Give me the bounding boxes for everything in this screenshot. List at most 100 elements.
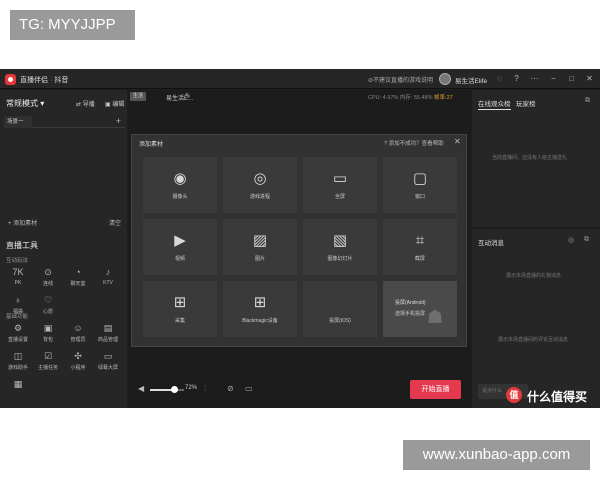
source-game-controller[interactable]: ◎ 游戏进程 (223, 157, 297, 213)
mode-row: 常规模式 ▾ ⇄ 导播 ▣ 编辑 (6, 98, 124, 108)
webcam-icon: ◉ (173, 170, 187, 187)
android-icon: ☗ (427, 307, 444, 327)
tab-scene-1[interactable]: 场景一 (4, 116, 32, 128)
blackmagic-network-icon: ⊞ (253, 294, 267, 311)
mixer-icon[interactable]: ⫶ (204, 384, 206, 394)
edit-button[interactable]: ▣ 编辑 (105, 99, 124, 108)
source-label: 窗口 (414, 194, 425, 200)
source-label: 图像幻灯片 (327, 256, 353, 262)
tool-pk[interactable]: 7K PK (4, 263, 32, 291)
help-circle-icon[interactable]: ◌ (494, 73, 505, 84)
source-blackmagic-network[interactable]: ⊞ Blackmagic设备 (223, 281, 297, 337)
add-source-button[interactable]: + 添加素材 (8, 218, 37, 227)
source-webcam[interactable]: ◉ 摄像头 (143, 157, 217, 213)
tool-product[interactable]: ▤ 商品管理 (94, 319, 122, 347)
product-icon: ▤ (103, 323, 113, 333)
user-avatar[interactable] (439, 73, 451, 85)
tool-label: 主播任务 (37, 365, 58, 371)
source-slideshow[interactable]: ▧ 图像幻灯片 (303, 219, 377, 275)
add-scene-icon[interactable]: + (116, 116, 121, 127)
user-name[interactable]: 易生活Elife (455, 75, 487, 85)
interaction-title: 互动消息 (478, 240, 504, 247)
source-label: 采集 (174, 318, 185, 324)
menu-icon[interactable]: ⋯ (529, 73, 540, 84)
audience-panel: 在线观众榜 玩家榜 ⧉ 当前直播间，还没有人给主播送礼 (472, 90, 600, 227)
camera-off-icon[interactable]: ⊘ (227, 384, 234, 393)
close-icon[interactable]: ✕ (584, 73, 595, 84)
import-button[interactable]: ⇄ 导播 (76, 99, 95, 108)
tool-label: KTV (103, 280, 113, 286)
tool-label: 背包 (42, 337, 53, 343)
source-crop[interactable]: ⌗ 截屏 (383, 219, 457, 275)
popout-icon[interactable]: ⧉ (584, 236, 589, 244)
game-controller-icon: ◎ (253, 170, 267, 187)
add-source-dialog: 添加素材 ? 添加不成功？查看帮助 ✕ ◉ 摄像头 ◎ 游戏进程 ▭ 全屏 ▢ 窗口 ▶ 视频 ▨ 图… (131, 134, 467, 347)
source-label: 截屏 (414, 256, 425, 262)
source-apple[interactable]: 投屏(iOS) (303, 281, 377, 337)
speaker-icon[interactable]: ◀ (138, 384, 144, 393)
source-label: 视频 (174, 256, 185, 262)
interaction-panel: 互动消息 ◎ ⧉ 展示本场直播的礼物消息 展示本场直播间的评论互动消息 说点什么 (472, 229, 600, 408)
window-icon: ▢ (412, 170, 428, 187)
tool-chat-room[interactable]: ◔ 聊天室 (64, 263, 92, 291)
source-capture-network[interactable]: ⊞ 采集 (143, 281, 217, 337)
chevron-down-icon: ▾ (40, 99, 45, 108)
image-icon: ▨ (252, 232, 268, 249)
volume-slider[interactable] (150, 386, 184, 393)
dialog-header: 添加素材 ? 添加不成功？查看帮助 ✕ (132, 135, 466, 149)
source-monitor[interactable]: ▭ 全屏 (303, 157, 377, 213)
tool-more[interactable]: ▦ (4, 375, 32, 403)
chat-room-icon: ◔ (75, 267, 81, 277)
tools-title: 直播工具 (6, 241, 38, 250)
watermark-logo: 值 (506, 387, 522, 403)
tool-label: PK (14, 280, 22, 286)
tab-players[interactable]: 玩家榜 (516, 98, 536, 108)
task-icon: ☑ (43, 351, 53, 361)
dialog-close-icon[interactable]: ✕ (454, 137, 461, 146)
tool-gamepad[interactable]: ◫ 游戏助手 (4, 347, 32, 375)
source-label: 全屏 (334, 194, 345, 200)
source-play-circle[interactable]: ▶ 视频 (143, 219, 217, 275)
clear-button[interactable]: 清空 (109, 218, 121, 227)
tool-link[interactable]: ⊙ 连线 (34, 263, 62, 291)
tool-admin[interactable]: ☺ 管理员 (64, 319, 92, 347)
tool-label: 小程序 (70, 365, 86, 371)
crop-icon: ⌗ (415, 232, 425, 249)
mini-program-icon: ✣ (74, 351, 82, 361)
microphone-icon: ♪ (105, 267, 111, 277)
source-window[interactable]: ▢ 窗口 (383, 157, 457, 213)
help-link[interactable]: ? 添加不成功？查看帮助 (384, 139, 444, 147)
start-live-button[interactable]: 开始直播 (410, 380, 461, 399)
live-companion-window: 直播伴侣 · 抖音 ⊘不建议直播的游戏说明 易生活Elife ◌ ? ⋯ − □ ✕… (0, 69, 600, 408)
backpack-icon: ▣ (43, 323, 53, 333)
dialog-title: 添加素材 (139, 142, 164, 148)
tool-microphone[interactable]: ♪ KTV (94, 263, 122, 291)
source-image[interactable]: ▨ 图片 (223, 219, 297, 275)
source-label: 投屏(iOS) (329, 318, 351, 324)
tool-green-screen[interactable]: ▭ 绿幕大屏 (94, 347, 122, 375)
settings-icon[interactable]: ◎ (568, 236, 574, 244)
scene-tabs: 场景一 + (4, 116, 125, 128)
game-notice-link[interactable]: ⊘不建议直播的游戏说明 (368, 75, 433, 84)
tool-live-settings[interactable]: ⚙ 直播设置 (4, 319, 32, 347)
tool-label: 心愿 (42, 309, 53, 315)
volume-handle[interactable] (171, 386, 179, 393)
tool-task[interactable]: ☑ 主播任务 (34, 347, 62, 375)
pencil-icon[interactable]: ✎ (185, 92, 191, 100)
admin-icon: ☺ (73, 323, 83, 333)
settings-icon[interactable]: ? (511, 73, 522, 84)
tool-label: 绿幕大屏 (97, 365, 118, 371)
tool-backpack[interactable]: ▣ 背包 (34, 319, 62, 347)
record-icon[interactable]: ▭ (245, 384, 253, 393)
mode-select[interactable]: 常规模式 ▾ (6, 98, 44, 109)
app-title: 直播伴侣 · 抖音 (20, 77, 69, 84)
maximize-icon[interactable]: □ (566, 73, 577, 84)
tool-mini-program[interactable]: ✣ 小程序 (64, 347, 92, 375)
source-android[interactable]: ☗ 投屏(Android) 选择手机投屏 (383, 281, 457, 337)
tab-audience[interactable]: 在线观众榜 (478, 98, 511, 110)
source-label: 游戏进程 (249, 194, 270, 200)
minimize-icon[interactable]: − (548, 73, 559, 84)
tool-wish[interactable]: ♡ 心愿 (34, 291, 62, 319)
popout-icon[interactable]: ⧉ (585, 97, 590, 105)
source-label: 摄像头 (172, 194, 188, 200)
